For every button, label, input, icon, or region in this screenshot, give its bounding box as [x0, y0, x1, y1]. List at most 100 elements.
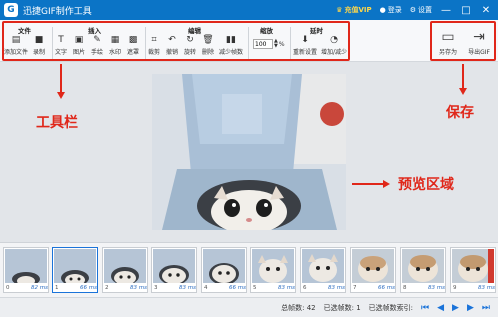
frame-picture [153, 249, 195, 283]
frame-picture [5, 249, 47, 283]
frame-picture [54, 249, 96, 283]
zoom-stepper[interactable]: ▲ ▼ [274, 39, 278, 49]
last-frame-button[interactable]: ⏭ [482, 303, 490, 313]
cat-in-toilet-picture [152, 74, 346, 230]
frame-duration: 83 ms [130, 285, 147, 291]
frame-thumbnail[interactable]: 8 83 ms [400, 247, 446, 293]
status-bar: 总帧数: 42 已选帧数: 1 已选帧数索引: ⏮ ◀ ▶ ▶ ⏭ [0, 297, 498, 317]
frame-duration: 66 ms [229, 285, 246, 291]
frame-info: 8 83 ms [403, 285, 445, 291]
frame-duration: 82 ms [31, 285, 48, 291]
next-frame-button[interactable]: ▶ [467, 303, 474, 313]
annotation-save: 保存 [446, 105, 474, 121]
frame-thumbnail[interactable]: 5 83 ms [250, 247, 296, 293]
watermark-icon: ▦ [110, 35, 120, 45]
toolbar: 文件 插入 编辑 缩放 延时 ▤ 添加文件 ■ 录制 T 文字 ▣ 图片 ✎ 手… [0, 20, 498, 62]
save-as-label: 另存为 [438, 49, 457, 56]
first-frame-button[interactable]: ⏮ [421, 303, 429, 313]
frame-duration: 66 ms [378, 285, 395, 291]
frame-thumbnail[interactable]: 9 83 ms [450, 247, 496, 293]
login-button[interactable]: ● 登录 [380, 5, 402, 15]
frame-picture [302, 249, 344, 283]
save-icon: ▭ [441, 29, 455, 45]
frame-image [54, 249, 96, 283]
annotation-arrow-head [383, 180, 390, 188]
frame-image [203, 249, 245, 283]
add-file-label: 添加文件 [4, 49, 29, 56]
frame-index: 8 [403, 285, 407, 291]
frame-thumbnail-selected[interactable]: 1 66 ms [52, 247, 98, 293]
frame-info: 6 83 ms [303, 285, 345, 291]
frame-index: 7 [353, 285, 357, 291]
login-label: 登录 [387, 6, 402, 14]
app-logo: G [4, 3, 18, 17]
frame-info: 9 83 ms [453, 285, 495, 291]
trash-icon: 🗑 [202, 35, 214, 45]
frame-image [302, 249, 344, 283]
watermark-label: 水印 [108, 49, 121, 56]
frame-image [104, 249, 146, 283]
annotation-arrow-head [57, 92, 65, 99]
frame-thumbnail[interactable]: 2 83 ms [102, 247, 148, 293]
prev-frame-button[interactable]: ◀ [437, 303, 444, 313]
export-icon: ⇥ [473, 29, 485, 45]
save-as-button[interactable]: ▭ 另存为 [433, 27, 463, 56]
frame-thumbnail[interactable]: 3 83 ms [151, 247, 197, 293]
rotate-icon: ↻ [186, 35, 194, 45]
handwrite-label: 手绘 [90, 49, 103, 56]
frame-image [402, 249, 444, 283]
frame-thumbnail[interactable]: 0 82 ms [3, 247, 49, 293]
frame-index: 5 [253, 285, 257, 291]
mask-button[interactable]: ▩ 遮罩 [122, 34, 144, 56]
frame-picture [352, 249, 394, 283]
camera-icon: ■ [34, 35, 44, 45]
crown-icon: ♛ [336, 6, 343, 14]
crop-label: 裁剪 [147, 49, 160, 56]
increase-decrease-button[interactable]: ◔ 增加/减少 [320, 34, 348, 56]
annotation-arrow [462, 64, 464, 90]
frame-picture [252, 249, 294, 283]
file-icon: ▤ [11, 35, 21, 45]
record-button[interactable]: ■ 录制 [28, 34, 50, 56]
settings-button[interactable]: ⚙ 设置 [410, 5, 432, 15]
add-file-button[interactable]: ▤ 添加文件 [4, 34, 29, 56]
text-icon: T [58, 35, 64, 45]
title-bar: G 迅捷GIF制作工具 ♛ 充值VIP ● 登录 ⚙ 设置 — □ ✕ [0, 0, 498, 20]
frame-picture [203, 249, 245, 283]
minimize-button[interactable]: — [440, 5, 452, 16]
frame-info: 4 66 ms [204, 285, 246, 291]
export-gif-button[interactable]: ⇥ 导出GIF [464, 27, 494, 56]
frame-image [452, 249, 494, 283]
frame-picture [402, 249, 444, 283]
close-button[interactable]: ✕ [480, 5, 492, 16]
toolbar-highlight-box: 文件 插入 编辑 缩放 延时 ▤ 添加文件 ■ 录制 T 文字 ▣ 图片 ✎ 手… [2, 21, 350, 61]
user-icon: ● [379, 6, 386, 14]
text-label: 文字 [54, 49, 67, 56]
frame-info: 2 83 ms [105, 285, 147, 291]
separator [290, 27, 291, 59]
zoom-input[interactable] [253, 39, 273, 49]
reset-button[interactable]: ⬇ 重新设置 [292, 34, 318, 56]
play-button[interactable]: ▶ [452, 303, 459, 313]
zoom-control: ▲▼ % [253, 39, 285, 49]
maximize-button[interactable]: □ [460, 5, 472, 16]
vip-button[interactable]: ♛ 充值VIP [336, 5, 371, 15]
frame-duration: 83 ms [278, 285, 295, 291]
crop-icon: ⌗ [151, 35, 157, 45]
frame-index: 2 [105, 285, 109, 291]
frame-duration: 83 ms [328, 285, 345, 291]
delete-button[interactable]: 🗑 删除 [197, 34, 219, 56]
annotation-arrow-head [459, 88, 467, 95]
zoom-unit: % [278, 40, 285, 48]
frame-duration: 83 ms [179, 285, 196, 291]
image-icon: ▣ [74, 35, 84, 45]
frame-thumbnail[interactable]: 7 66 ms [350, 247, 396, 293]
reduce-frames-button[interactable]: ▮▮ 减少帧数 [218, 34, 244, 56]
frame-thumbnail[interactable]: 4 66 ms [201, 247, 247, 293]
frames-icon: ▮▮ [226, 35, 236, 45]
frame-thumbnail[interactable]: 6 83 ms [300, 247, 346, 293]
record-label: 录制 [32, 49, 45, 56]
reset-label: 重新设置 [292, 49, 317, 56]
group-zoom-label: 缩放 [260, 27, 273, 35]
settings-label: 设置 [418, 6, 432, 14]
